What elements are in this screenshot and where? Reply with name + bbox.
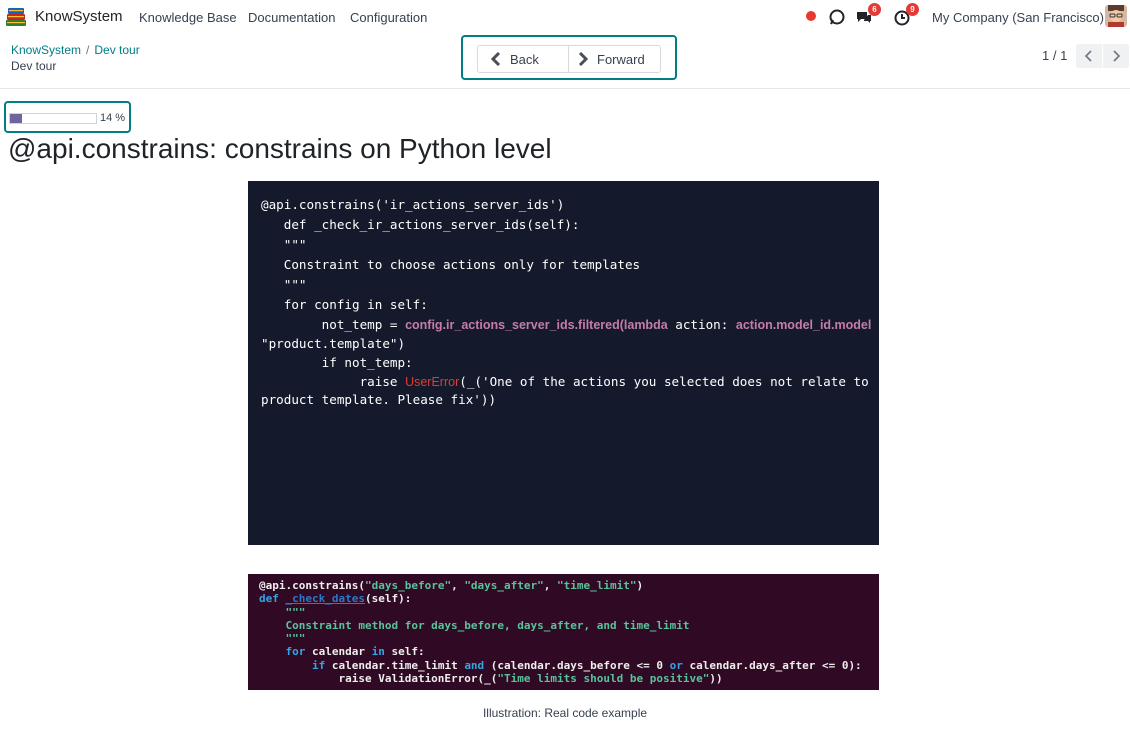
code-token: calendar.days_after <= 0):: [682, 658, 862, 672]
code-line: raise ValidationError(_("Time limits sho…: [259, 672, 879, 685]
menu-configuration[interactable]: Configuration: [350, 10, 427, 25]
code-line: Constraint to choose actions only for te…: [261, 257, 641, 272]
menu-knowledge-base[interactable]: Knowledge Base: [139, 10, 237, 25]
image-caption: Illustration: Real code example: [482, 706, 648, 720]
code-line: if not_temp:: [261, 355, 413, 370]
code-line: raise UserError(_('One of the actions yo…: [261, 373, 879, 391]
code-line: def _check_dates(self):: [259, 592, 879, 605]
breadcrumb-current-link[interactable]: Dev tour: [94, 43, 139, 57]
breadcrumb-root-link[interactable]: KnowSystem: [11, 43, 81, 57]
code-line: if calendar.time_limit and (calendar.day…: [259, 659, 879, 672]
progress-bar-fill: [10, 114, 23, 123]
code-token: raise ValidationError(_(: [259, 672, 498, 686]
menu-documentation[interactable]: Documentation: [248, 10, 335, 25]
code-token-error: UserError: [405, 375, 460, 389]
code-token-string: "days_after": [464, 579, 544, 592]
code-token: (calendar.days_before <= 0: [484, 658, 670, 672]
code-token-highlight: action.model_id.model: [735, 318, 872, 332]
code-line: """: [261, 237, 307, 252]
code-token: (_('One of the actions you selected does…: [459, 374, 869, 389]
page-subtitle: Dev tour: [11, 59, 57, 73]
code-token: )): [709, 672, 723, 686]
code-token-string: "time_limit": [557, 579, 637, 592]
forward-button[interactable]: Forward: [569, 45, 661, 73]
tour-navigation: Back Forward: [461, 35, 677, 80]
progress-bar: [9, 113, 97, 124]
chevron-left-icon: [490, 52, 501, 66]
top-navbar: KnowSystem Knowledge Base Documentation …: [0, 0, 1130, 34]
code-line: """: [261, 277, 307, 292]
code-line: Constraint method for days_before, days_…: [259, 618, 690, 632]
code-token: ): [636, 579, 644, 592]
code-line: product template. Please fix')): [261, 392, 497, 407]
pager-previous-button[interactable]: [1076, 44, 1102, 68]
pager-next-button[interactable]: [1103, 44, 1129, 68]
progress-label: 14 %: [100, 112, 126, 124]
messages-count-badge: 6: [868, 3, 881, 16]
activities-count-badge: 9: [906, 3, 919, 16]
recording-indicator-icon[interactable]: [806, 11, 816, 21]
code-token-string: "Time limits should be positive": [497, 672, 710, 686]
code-token: !=: [871, 317, 895, 332]
code-token: self:: [384, 645, 425, 659]
messages-icon[interactable]: 6: [855, 3, 881, 26]
code-token-keyword: for: [285, 645, 306, 659]
header-divider: [0, 88, 1130, 89]
code-token: raise: [261, 374, 406, 389]
code-token-string: "days_before": [364, 579, 452, 592]
company-switcher[interactable]: My Company (San Francisco): [932, 10, 1104, 25]
books-logo-icon[interactable]: [4, 5, 28, 29]
code-token-keyword: or: [669, 658, 683, 672]
code-token-keyword: and: [464, 658, 485, 672]
code-token: calendar: [305, 645, 372, 659]
code-line: """: [259, 632, 306, 646]
code-screenshot-terminal: @api.constrains("days_before", "days_aft…: [248, 574, 879, 690]
code-token: (self):: [364, 592, 412, 606]
code-block-dark: @api.constrains('ir_actions_server_ids')…: [248, 181, 894, 545]
user-avatar[interactable]: [1105, 5, 1127, 27]
code-token: not_temp =: [261, 317, 406, 332]
breadcrumb-separator: /: [86, 43, 90, 57]
breadcrumb: KnowSystem / Dev tour: [11, 43, 140, 57]
chevron-right-icon: [1113, 50, 1121, 62]
code-token-function: _check_dates: [285, 592, 365, 606]
code-token: @api.constrains(: [259, 579, 365, 592]
code-line: for config in self:: [261, 297, 428, 312]
slide-title: @api.constrains: constrains on Python le…: [8, 133, 552, 164]
code-line: "product.template"): [261, 336, 406, 351]
code-token-keyword: in: [371, 645, 385, 659]
activities-clock-icon[interactable]: 9: [893, 3, 919, 26]
code-token: ,: [543, 579, 558, 592]
tour-progress: 14 %: [4, 101, 131, 133]
code-token-keyword: if: [311, 658, 326, 672]
code-token: ,: [451, 579, 465, 592]
forward-button-label: Forward: [597, 51, 645, 67]
code-line: not_temp = config.ir_actions_server_ids.…: [261, 315, 894, 335]
back-button[interactable]: Back: [477, 45, 569, 73]
code-line: """: [259, 605, 306, 619]
app-brand[interactable]: KnowSystem: [35, 8, 123, 25]
code-line: @api.constrains('ir_actions_server_ids'): [261, 197, 565, 212]
chevron-right-icon: [578, 52, 589, 66]
code-token-keyword: def: [259, 592, 279, 606]
pager-value[interactable]: 1 / 1: [1042, 48, 1067, 63]
voip-phone-icon[interactable]: [828, 8, 846, 26]
code-token-highlight: config.ir_actions_server_ids.filtered(la…: [405, 318, 668, 332]
code-line: def _check_ir_actions_server_ids(self):: [261, 217, 580, 232]
code-token: action:: [667, 317, 736, 332]
code-line: for calendar in self:: [259, 645, 879, 658]
code-token: calendar.time_limit: [325, 658, 465, 672]
chevron-left-icon: [1084, 50, 1092, 62]
code-line: @api.constrains("days_before", "days_aft…: [259, 579, 879, 592]
back-button-label: Back: [510, 51, 539, 67]
